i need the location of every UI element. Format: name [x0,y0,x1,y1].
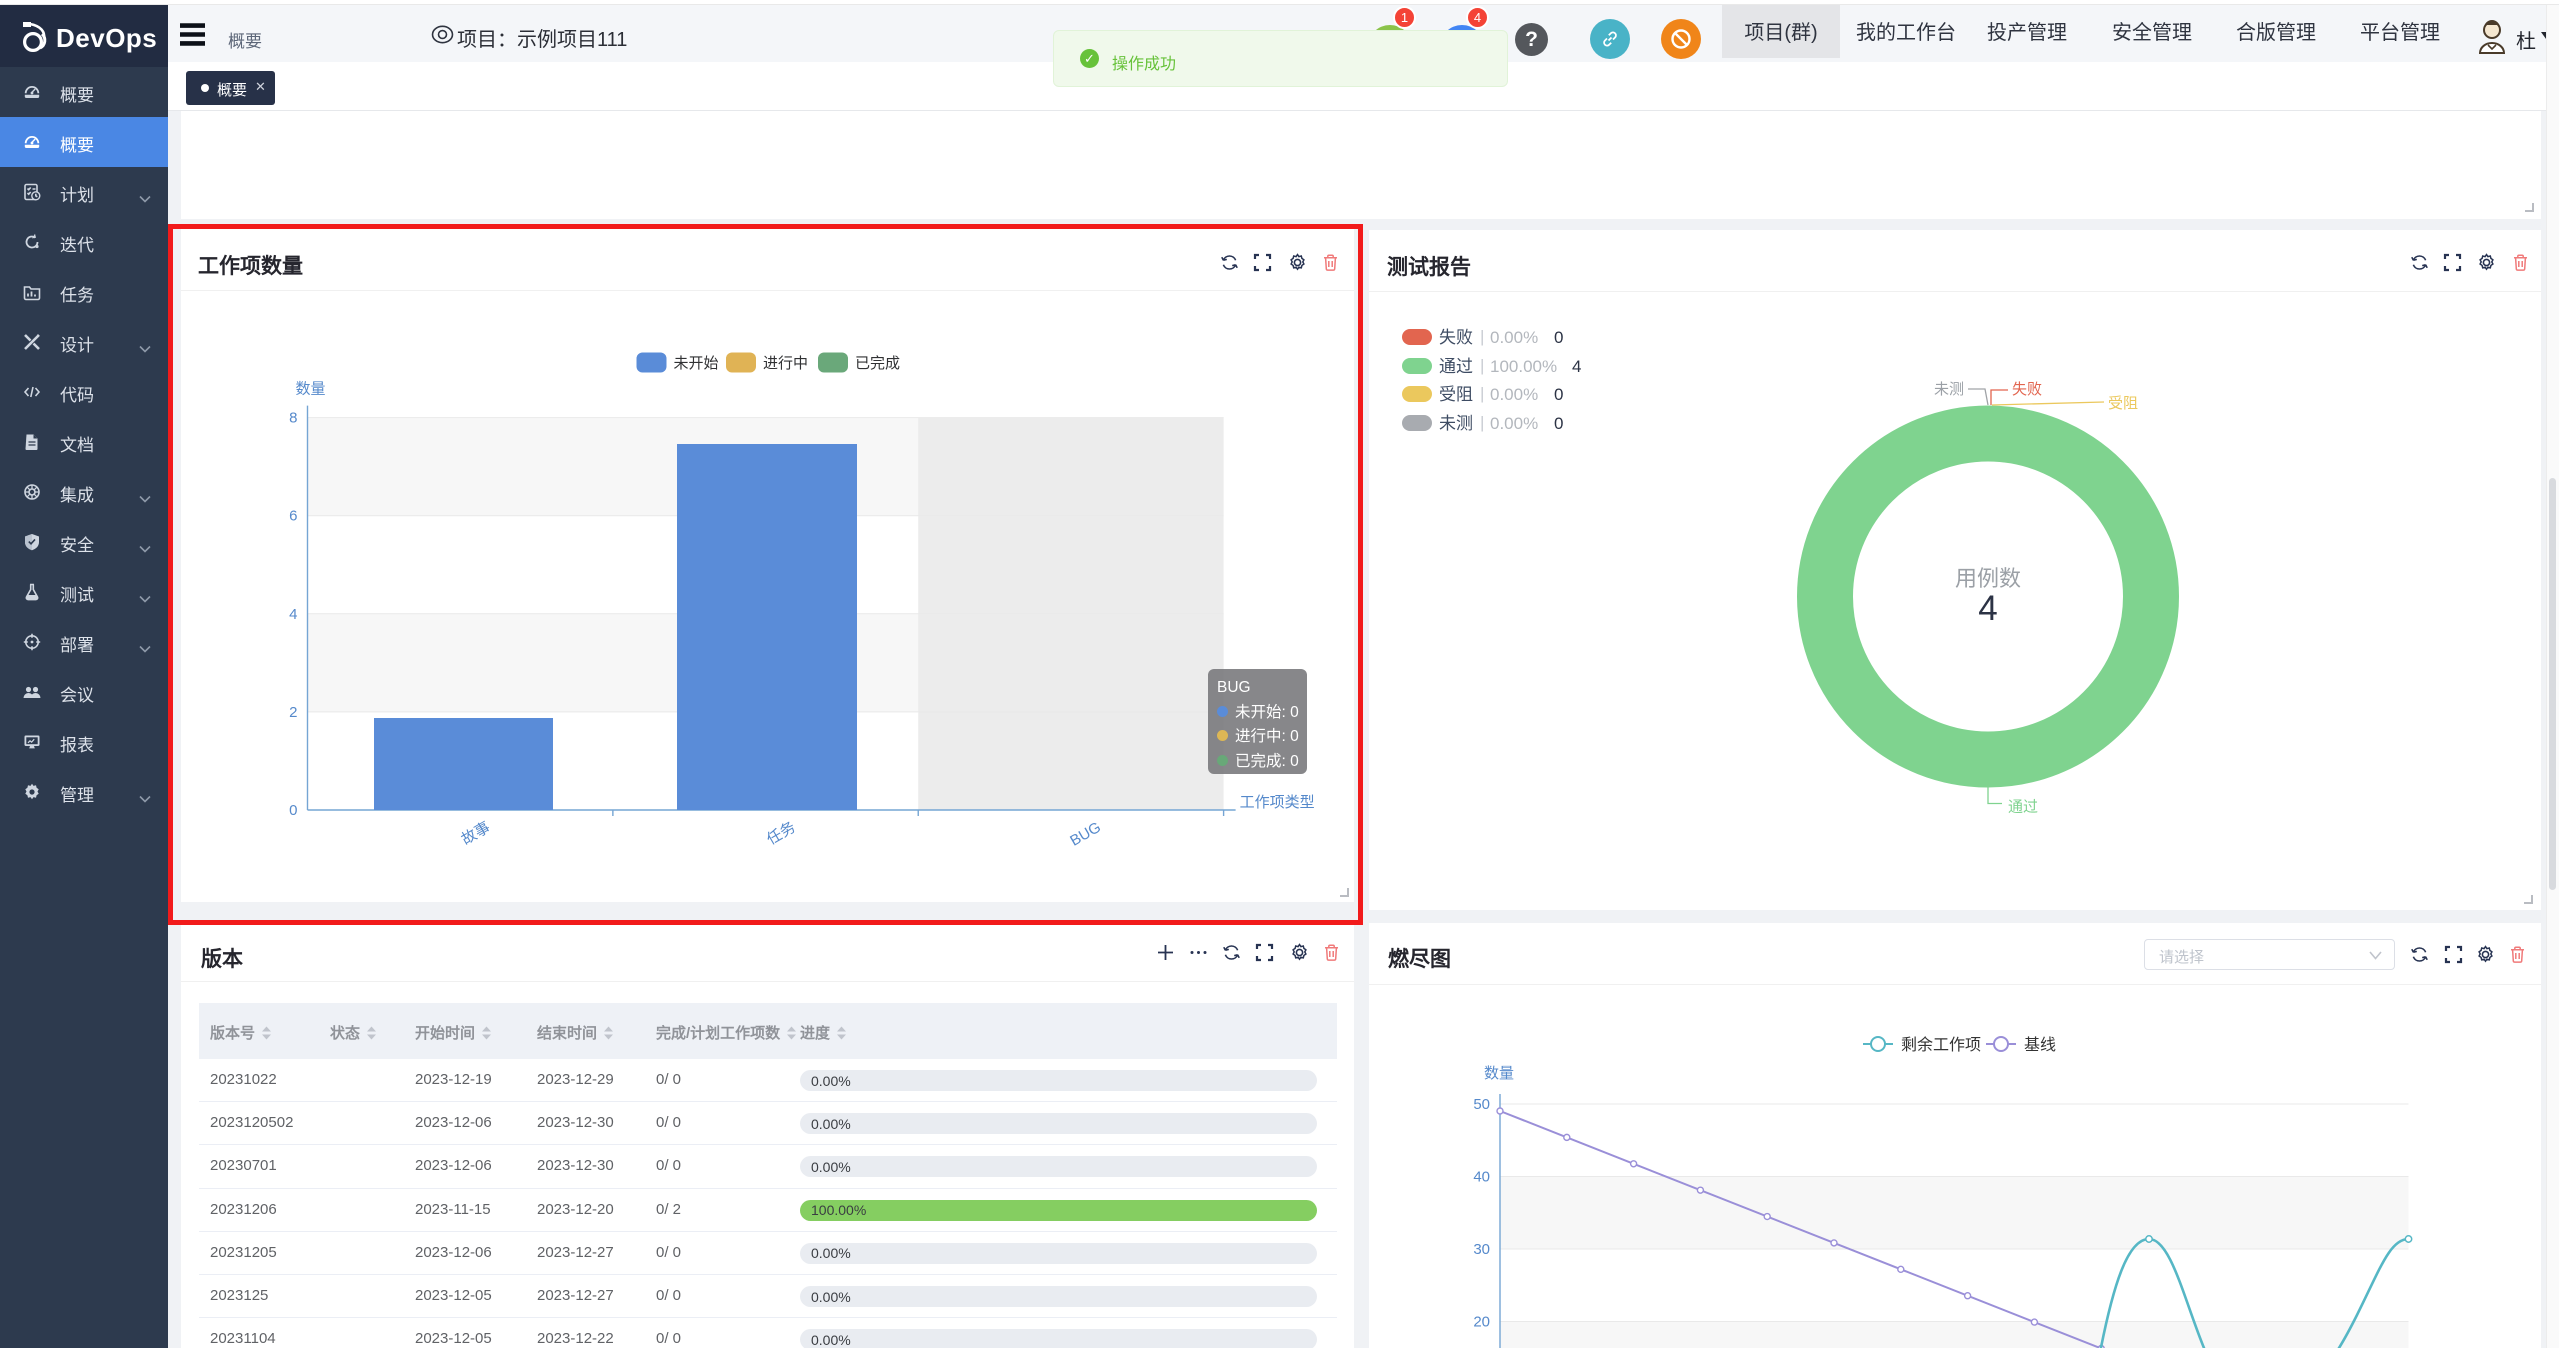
svg-text:通过: 通过 [1439,357,1473,376]
svg-text:未测: 未测 [1439,414,1473,433]
svg-text:剩余工作项: 剩余工作项 [1901,1035,1981,1054]
svg-text:0.00%: 0.00% [1490,328,1538,347]
svg-text:50: 50 [1473,1096,1490,1113]
svg-text:0: 0 [1554,414,1563,433]
svg-text:失败: 失败 [2012,381,2042,398]
svg-text:失败: 失败 [1439,328,1473,347]
svg-text:|: | [1480,356,1484,375]
svg-text:4: 4 [1572,357,1581,376]
svg-text:受阻: 受阻 [2108,395,2138,412]
svg-text:0.00%: 0.00% [1490,385,1538,404]
svg-text:未测: 未测 [1934,381,1964,398]
svg-text:30: 30 [1473,1241,1490,1258]
svg-text:|: | [1480,327,1484,346]
svg-text:数量: 数量 [1484,1065,1514,1082]
svg-text:0: 0 [1554,385,1563,404]
svg-text:受阻: 受阻 [1439,385,1473,404]
svg-text:0.00%: 0.00% [1490,414,1538,433]
svg-text:|: | [1480,384,1484,403]
svg-text:基线: 基线 [2024,1036,2056,1054]
svg-text:20: 20 [1473,1314,1490,1331]
svg-text:100.00%: 100.00% [1490,357,1557,376]
svg-text:|: | [1480,413,1484,432]
svg-text:40: 40 [1473,1169,1490,1186]
svg-text:用例数: 用例数 [1955,566,2021,591]
svg-text:通过: 通过 [2008,799,2038,816]
svg-text:0: 0 [1554,328,1563,347]
svg-text:4: 4 [1978,589,1997,628]
